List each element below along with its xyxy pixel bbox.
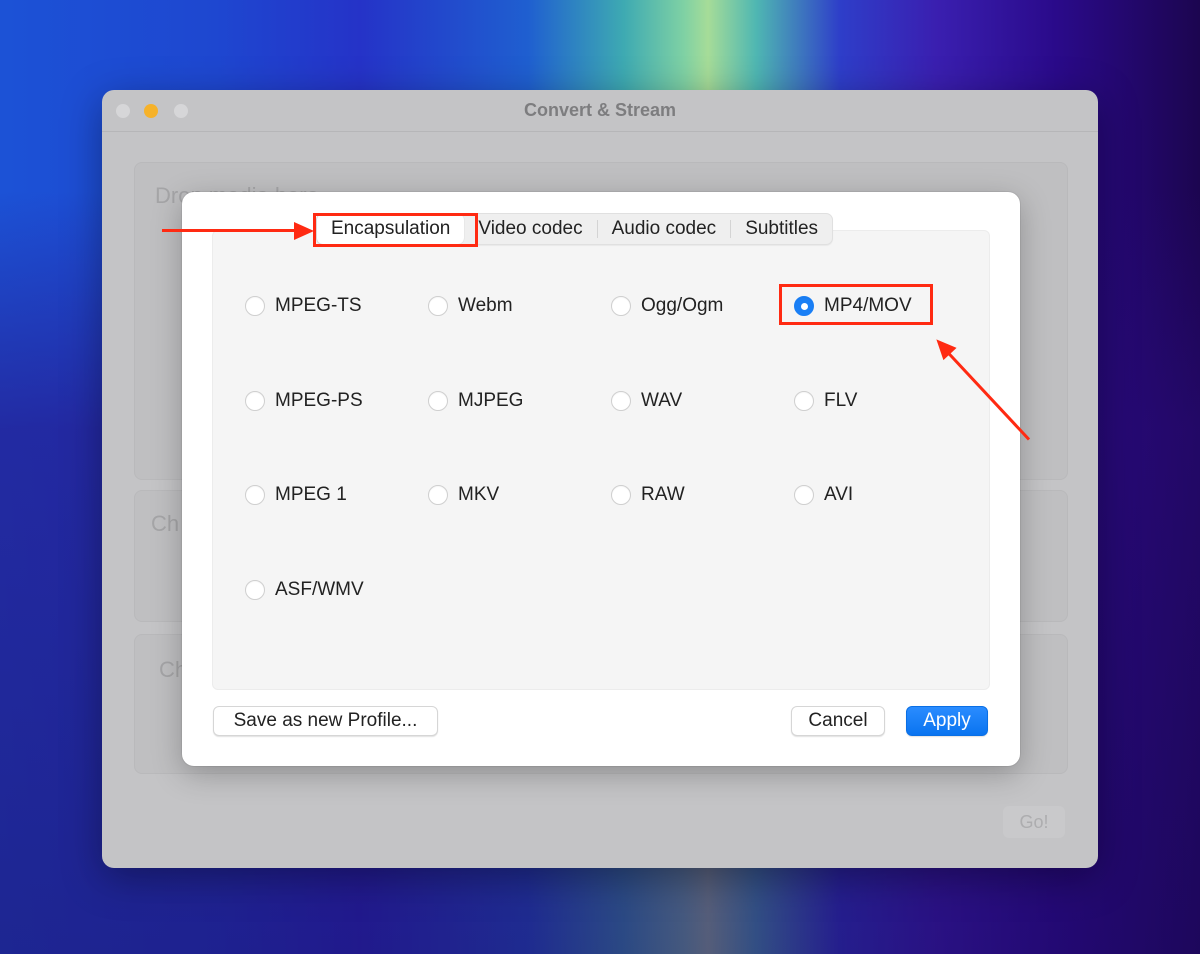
go-button[interactable]: Go!	[1003, 806, 1065, 838]
radio-button-icon[interactable]	[245, 391, 265, 411]
panel-label: Ch	[151, 511, 180, 536]
radio-flv[interactable]: FLV	[794, 388, 857, 414]
radio-label: MKV	[458, 484, 500, 505]
radio-button-icon[interactable]	[428, 485, 448, 505]
radio-label: ASF/WMV	[275, 579, 364, 600]
radio-asf-wmv[interactable]: ASF/WMV	[245, 577, 364, 603]
radio-label: MPEG-PS	[275, 390, 363, 411]
radio-button-icon[interactable]	[245, 296, 265, 316]
apply-button[interactable]: Apply	[906, 706, 988, 736]
radio-label: FLV	[824, 390, 858, 411]
radio-mpeg-1[interactable]: MPEG 1	[245, 482, 347, 508]
radio-label: RAW	[641, 484, 685, 505]
window-title: Convert & Stream	[523, 100, 677, 120]
radio-button-icon[interactable]	[611, 485, 631, 505]
radio-label: MJPEG	[458, 390, 524, 411]
cancel-button[interactable]: Cancel	[791, 706, 885, 736]
annotation-arrowhead-icon	[294, 221, 314, 240]
radio-button-icon[interactable]	[428, 391, 448, 411]
radio-button-icon[interactable]	[794, 485, 814, 505]
save-as-new-profile-button[interactable]: Save as new Profile...	[213, 706, 438, 736]
profile-settings-dialog: Encapsulation Video codec Audio codec Su…	[182, 192, 1020, 766]
tab-subtitles[interactable]: Subtitles	[731, 214, 832, 244]
tab-video-codec[interactable]: Video codec	[464, 214, 596, 244]
radio-button-icon[interactable]	[794, 391, 814, 411]
highlight-box-encapsulation	[313, 213, 478, 247]
radio-label: Ogg/Ogm	[641, 295, 724, 316]
radio-button-icon[interactable]	[611, 391, 631, 411]
radio-avi[interactable]: AVI	[794, 482, 853, 508]
radio-wav[interactable]: WAV	[611, 388, 682, 414]
radio-label: AVI	[824, 484, 854, 505]
radio-button-icon[interactable]	[245, 485, 265, 505]
radio-label: Webm	[458, 295, 513, 316]
radio-webm[interactable]: Webm	[428, 293, 513, 319]
radio-mkv[interactable]: MKV	[428, 482, 499, 508]
radio-raw[interactable]: RAW	[611, 482, 685, 508]
radio-button-icon[interactable]	[245, 580, 265, 600]
radio-label: MPEG 1	[275, 484, 347, 505]
title-bar: Convert & Stream	[102, 90, 1098, 132]
radio-ogg-ogm[interactable]: Ogg/Ogm	[611, 293, 723, 319]
radio-button-icon[interactable]	[611, 296, 631, 316]
tab-audio-codec[interactable]: Audio codec	[598, 214, 731, 244]
annotation-arrow-line	[162, 229, 297, 232]
highlight-box-mp4-mov	[779, 284, 933, 325]
radio-mjpeg[interactable]: MJPEG	[428, 388, 523, 414]
radio-button-icon[interactable]	[428, 296, 448, 316]
radio-label: MPEG-TS	[275, 295, 362, 316]
radio-mpeg-ts[interactable]: MPEG-TS	[245, 293, 362, 319]
radio-mpeg-ps[interactable]: MPEG-PS	[245, 388, 363, 414]
radio-label: WAV	[641, 390, 683, 411]
